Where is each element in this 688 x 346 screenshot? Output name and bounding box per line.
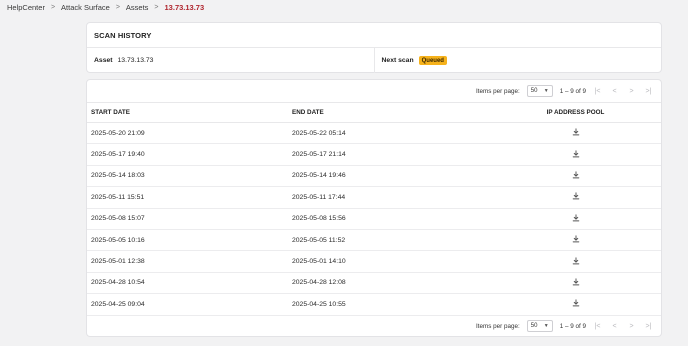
end-date-cell: 2025-05-22 05:14 <box>292 129 346 137</box>
download-icon[interactable] <box>572 235 580 243</box>
download-icon[interactable] <box>572 214 580 222</box>
start-date-cell: 2025-05-14 18:03 <box>91 172 145 180</box>
table-body: 2025-05-20 21:09 2025-05-22 05:14 2025-05-… <box>87 123 661 316</box>
asset-cell: Asset 13.73.13.73 <box>87 48 374 73</box>
table-row: 2025-04-25 09:04 2025-04-25 10:55 <box>87 294 661 316</box>
download-icon[interactable] <box>572 299 580 307</box>
scan-history-title: SCAN HISTORY <box>87 23 661 48</box>
last-page-icon[interactable]: >| <box>644 88 653 95</box>
asset-label: Asset <box>94 57 113 64</box>
end-date-cell: 2025-05-17 21:14 <box>292 151 346 159</box>
first-page-icon[interactable]: |< <box>593 88 602 95</box>
breadcrumb: HelpCenter > Attack Surface > Assets > 1… <box>7 2 204 12</box>
chevron-right-icon: > <box>154 3 159 11</box>
items-per-page-select[interactable]: 50 ▼ <box>526 85 553 97</box>
items-per-page-value: 50 <box>530 88 538 94</box>
range-label: 1 – 9 of 9 <box>559 322 586 330</box>
ip-pool-cell <box>493 214 661 224</box>
paginator-top: Items per page: 50 ▼ 1 – 9 of 9 |< < > >… <box>87 80 661 102</box>
table-row: 2025-05-08 15:07 2025-05-08 15:56 <box>87 209 661 230</box>
start-date-cell: 2025-04-25 09:04 <box>91 300 145 308</box>
chevron-right-icon: > <box>115 3 120 11</box>
end-date-cell: 2025-04-25 10:55 <box>292 300 346 308</box>
next-scan-label: Next scan <box>381 57 414 64</box>
caret-down-icon: ▼ <box>543 88 549 94</box>
end-date-cell: 2025-04-28 12:08 <box>292 279 346 287</box>
table-row: 2025-05-05 10:16 2025-05-05 11:52 <box>87 230 661 252</box>
start-date-cell: 2025-04-28 10:54 <box>91 279 145 287</box>
start-date-cell: 2025-05-20 21:09 <box>91 129 145 137</box>
end-date-cell: 2025-05-14 19:46 <box>292 172 346 180</box>
header-ip-address-pool[interactable]: IP ADDRESS POOL <box>493 109 661 116</box>
ip-pool-cell <box>493 235 661 245</box>
start-date-cell: 2025-05-01 12:38 <box>91 258 145 266</box>
table-row: 2025-04-28 10:54 2025-04-28 12:08 <box>87 273 661 295</box>
download-icon[interactable] <box>572 149 580 158</box>
ip-pool-cell <box>493 192 661 202</box>
start-date-cell: 2025-05-17 19:40 <box>91 151 145 159</box>
table-row: 2025-05-14 18:03 2025-05-14 19:46 <box>87 166 661 188</box>
scan-table-card: Items per page: 50 ▼ 1 – 9 of 9 |< < > >… <box>86 79 662 337</box>
last-page-icon[interactable]: >| <box>644 323 653 330</box>
ip-pool-cell <box>493 278 661 288</box>
header-end-date[interactable]: END DATE <box>288 109 493 116</box>
prev-page-icon[interactable]: < <box>610 88 619 95</box>
header-start-date[interactable]: START DATE <box>87 109 288 116</box>
caret-down-icon: ▼ <box>543 323 549 330</box>
prev-page-icon[interactable]: < <box>610 323 619 330</box>
end-date-cell: 2025-05-05 11:52 <box>292 236 346 244</box>
end-date-cell: 2025-05-08 15:56 <box>292 215 346 223</box>
breadcrumb-helpcenter[interactable]: HelpCenter <box>7 3 45 12</box>
ip-pool-cell <box>493 149 661 160</box>
download-icon[interactable] <box>572 192 580 200</box>
breadcrumb-current: 13.73.13.73 <box>164 2 205 12</box>
items-per-page-select[interactable]: 50 ▼ <box>526 320 553 333</box>
download-icon[interactable] <box>572 278 580 286</box>
chevron-right-icon: > <box>50 3 56 11</box>
breadcrumb-attack-surface[interactable]: Attack Surface <box>61 3 110 12</box>
items-per-page-label: Items per page: <box>475 322 520 330</box>
paginator-bottom: Items per page: 50 ▼ 1 – 9 of 9 |< < > >… <box>87 316 661 337</box>
items-per-page-value: 50 <box>530 323 538 330</box>
table-row: 2025-05-20 21:09 2025-05-22 05:14 <box>87 123 661 145</box>
table-row: 2025-05-01 12:38 2025-05-01 14:10 <box>87 251 661 273</box>
download-icon[interactable] <box>572 128 580 136</box>
end-date-cell: 2025-05-01 14:10 <box>292 258 346 266</box>
start-date-cell: 2025-05-11 15:51 <box>91 193 145 201</box>
ip-pool-cell <box>493 171 661 181</box>
breadcrumb-assets[interactable]: Assets <box>126 3 149 12</box>
next-page-icon[interactable]: > <box>627 88 636 95</box>
table-header: START DATE END DATE IP ADDRESS POOL <box>87 102 661 123</box>
scan-history-card: SCAN HISTORY Asset 13.73.13.73 Next scan… <box>86 22 662 73</box>
start-date-cell: 2025-05-08 15:07 <box>91 215 145 223</box>
range-label: 1 – 9 of 9 <box>559 87 586 95</box>
download-icon[interactable] <box>572 171 580 179</box>
ip-pool-cell <box>493 299 661 309</box>
ip-pool-cell <box>493 256 661 267</box>
next-page-icon[interactable]: > <box>627 323 636 330</box>
next-scan-cell: Next scan Queued <box>373 48 662 73</box>
start-date-cell: 2025-05-05 10:16 <box>91 236 145 244</box>
status-badge: Queued <box>418 56 447 65</box>
ip-pool-cell <box>493 128 661 138</box>
table-row: 2025-05-11 15:51 2025-05-11 17:44 <box>87 187 661 209</box>
items-per-page-label: Items per page: <box>475 87 520 95</box>
first-page-icon[interactable]: |< <box>593 323 602 330</box>
end-date-cell: 2025-05-11 17:44 <box>292 193 346 201</box>
asset-value: 13.73.13.73 <box>117 57 154 64</box>
table-row: 2025-05-17 19:40 2025-05-17 21:14 <box>87 144 661 166</box>
download-icon[interactable] <box>572 256 580 265</box>
